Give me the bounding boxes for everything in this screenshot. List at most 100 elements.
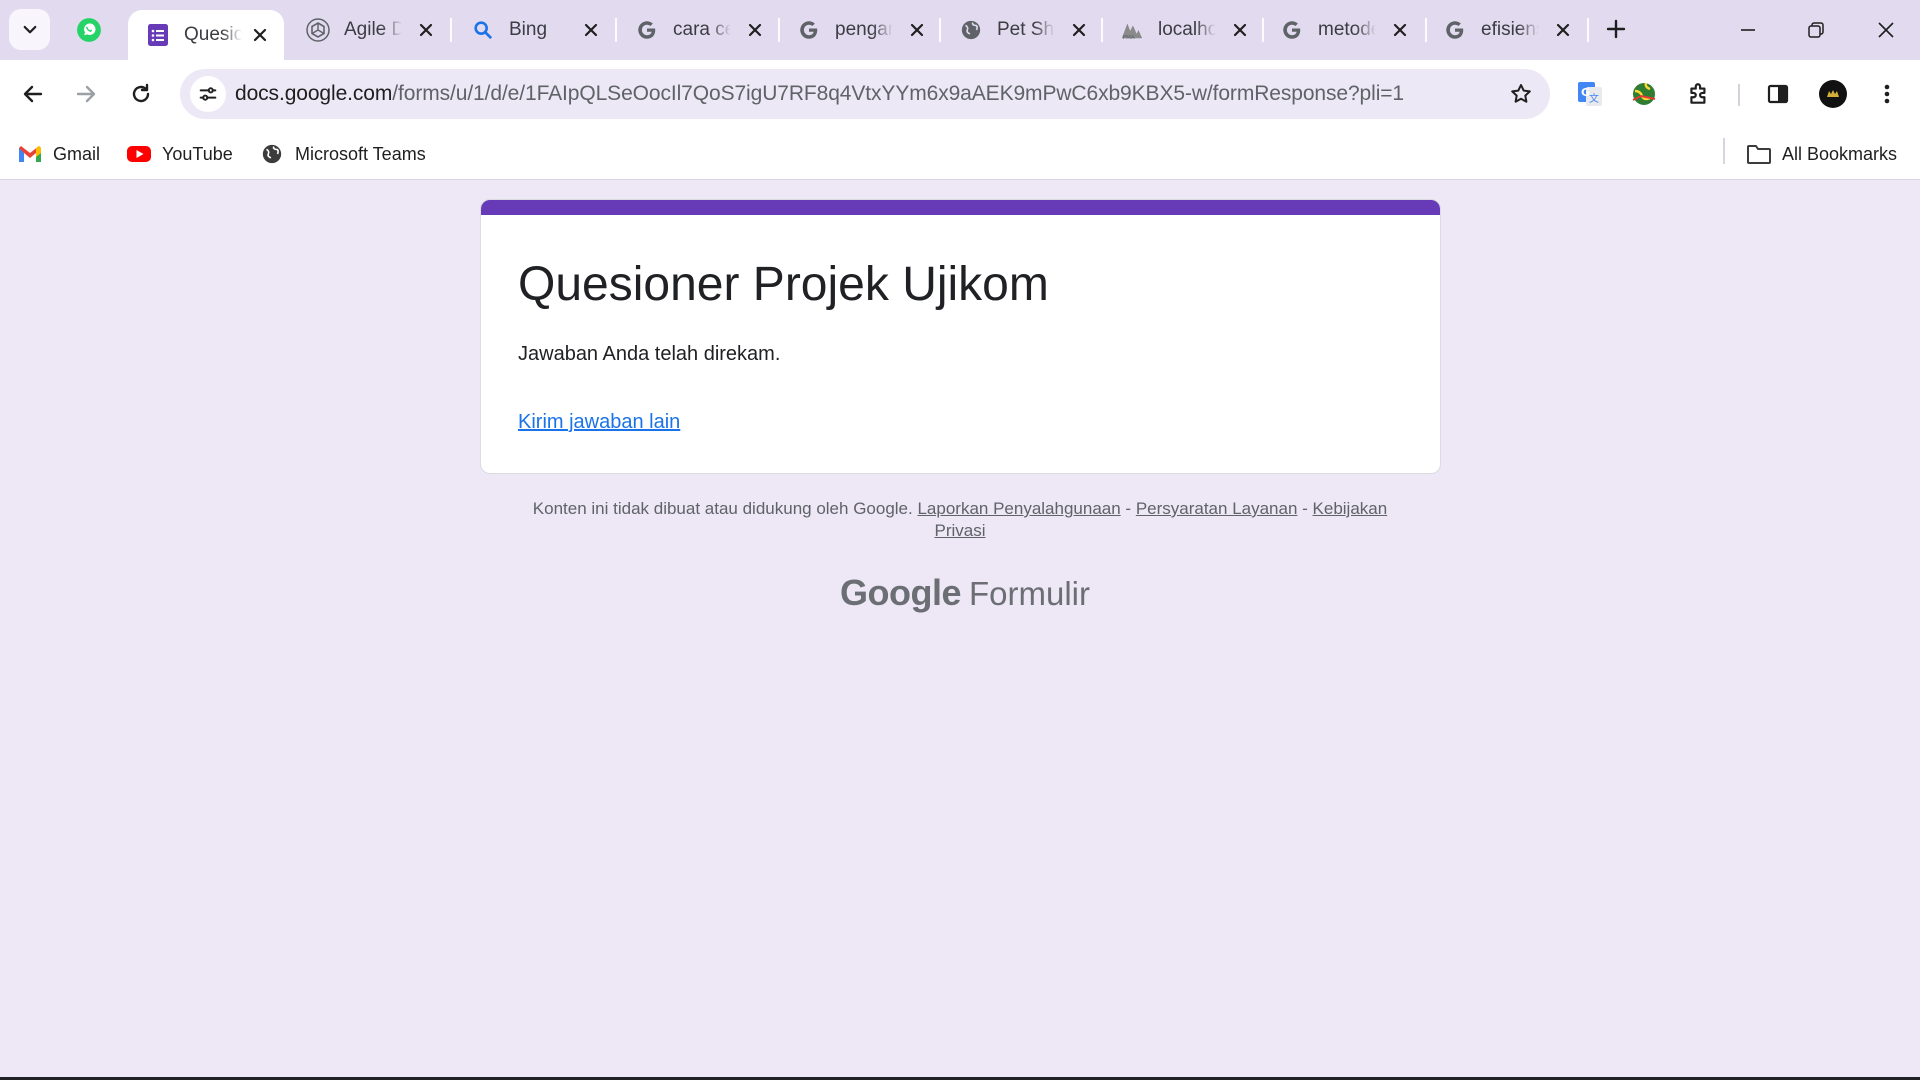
gmail-icon: [17, 142, 43, 166]
side-panel-icon: [1767, 84, 1789, 104]
bookmark-gmail[interactable]: Gmail: [17, 140, 100, 168]
globe-extension-icon: [1632, 82, 1656, 105]
reload-button[interactable]: [122, 75, 160, 113]
tab-title: localhost: [1158, 19, 1216, 40]
tab-title: Quesioner Projek Ujikom: [184, 24, 242, 45]
whatsapp-icon: [77, 18, 101, 42]
google-translate-icon: G文: [1578, 82, 1602, 106]
tune-icon: [199, 87, 217, 101]
footer-disclaimer: Konten ini tidak dibuat atau didukung ol…: [505, 498, 1415, 542]
bookmark-label: YouTube: [162, 143, 233, 164]
menu-button[interactable]: [1868, 75, 1906, 113]
google-forms-icon: [146, 23, 170, 47]
google-forms-logo[interactable]: Google Formulir: [840, 572, 1090, 616]
restore-button[interactable]: [1796, 10, 1836, 50]
google-translate-extension[interactable]: G文: [1571, 75, 1609, 113]
product-name: Formulir: [969, 575, 1090, 612]
browser-toolbar: docs.google.com/forms/u/1/d/e/1FAIpQLSeO…: [0, 60, 1920, 128]
forward-button[interactable]: [67, 75, 105, 113]
tab-title: Bing: [509, 19, 548, 40]
close-tab-icon[interactable]: [907, 20, 927, 40]
tab-title: cara cepat: [673, 19, 731, 40]
tab-metode[interactable]: metode: [1262, 8, 1424, 52]
address-bar[interactable]: docs.google.com/forms/u/1/d/e/1FAIpQLSeO…: [180, 69, 1550, 119]
star-icon: [1511, 84, 1531, 103]
minimize-icon: [1741, 29, 1755, 31]
close-tab-icon[interactable]: [581, 20, 601, 40]
url-path: /forms/u/1/d/e/1FAIpQLSeOocIl7QoS7igU7RF…: [392, 82, 1405, 105]
bookmark-microsoft-teams[interactable]: Microsoft Teams: [259, 140, 426, 168]
close-tab-icon[interactable]: [1230, 20, 1250, 40]
footer-separator: -: [1297, 499, 1313, 518]
chevron-down-icon: [23, 25, 36, 33]
more-vertical-icon: [1884, 84, 1890, 104]
bookmarks-divider: [1723, 138, 1725, 164]
tab-strip: Quesioner Projek Ujikom Agile Developmen…: [0, 0, 1920, 60]
tab-efisiensi[interactable]: efisiensi: [1425, 8, 1587, 52]
close-tab-icon[interactable]: [745, 20, 765, 40]
footer-separator: -: [1120, 499, 1136, 518]
close-tab-icon[interactable]: [1390, 20, 1410, 40]
arrow-back-icon: [23, 85, 43, 103]
phpmyadmin-icon: PMA: [1120, 18, 1144, 42]
tab-bing[interactable]: Bing: [453, 8, 615, 52]
google-icon: [797, 18, 821, 42]
tab-agile[interactable]: Agile Development: [288, 8, 450, 52]
google-icon: [1443, 18, 1467, 42]
tab-title: Agile Development: [344, 19, 402, 40]
tab-quesioner[interactable]: Quesioner Projek Ujikom: [128, 10, 284, 60]
tab-localhost[interactable]: PMA localhost: [1102, 8, 1264, 52]
svg-text:文: 文: [1589, 92, 1599, 105]
restore-icon: [1808, 22, 1824, 38]
youtube-icon: [126, 142, 152, 166]
google-wordmark: Google: [840, 572, 962, 613]
profile-button[interactable]: [1814, 75, 1852, 113]
side-panel-button[interactable]: [1759, 75, 1797, 113]
submit-another-response-link[interactable]: Kirim jawaban lain: [518, 411, 680, 434]
google-icon: [1280, 18, 1304, 42]
reload-icon: [132, 83, 150, 103]
tab-title: metode: [1318, 19, 1376, 40]
folder-icon: [1746, 142, 1772, 166]
tab-pet-shop[interactable]: Pet Shop: [941, 8, 1103, 52]
tab-title: Pet Shop: [997, 19, 1055, 40]
globe-extension[interactable]: [1625, 75, 1663, 113]
url-host: docs.google.com: [235, 82, 393, 105]
bookmark-label: Microsoft Teams: [295, 143, 426, 164]
arrow-forward-icon: [76, 85, 96, 103]
extensions-button[interactable]: [1680, 75, 1718, 113]
bookmark-star-button[interactable]: [1508, 81, 1534, 107]
site-info-button[interactable]: [190, 76, 226, 112]
report-abuse-link[interactable]: Laporkan Penyalahgunaan: [917, 499, 1120, 518]
minimize-button[interactable]: [1728, 10, 1768, 50]
bookmarks-bar: Gmail YouTube Microsoft Teams All Bookma…: [0, 128, 1920, 180]
pinned-tab-whatsapp[interactable]: [66, 10, 112, 50]
tab-title: pengaruh: [835, 19, 893, 40]
bookmark-youtube[interactable]: YouTube: [126, 140, 233, 168]
close-icon: [1878, 22, 1894, 38]
form-title: Quesioner Projek Ujikom: [518, 258, 1049, 311]
disclaimer-text: Konten ini tidak dibuat atau didukung ol…: [532, 499, 913, 518]
close-window-button[interactable]: [1866, 10, 1906, 50]
tab-cara-cepat[interactable]: cara cepat: [617, 8, 779, 52]
terms-of-service-link[interactable]: Persyaratan Layanan: [1136, 499, 1298, 518]
bing-search-icon: [471, 18, 495, 42]
form-accent-bar: [481, 200, 1440, 215]
close-tab-icon[interactable]: [416, 20, 436, 40]
all-bookmarks-button[interactable]: All Bookmarks: [1746, 140, 1897, 168]
form-confirmation-card: Quesioner Projek Ujikom Jawaban Anda tel…: [480, 199, 1441, 474]
all-bookmarks-label: All Bookmarks: [1782, 143, 1898, 164]
plus-icon: [1606, 19, 1626, 39]
close-tab-icon[interactable]: [1553, 20, 1573, 40]
confirmation-message: Jawaban Anda telah direkam.: [518, 343, 781, 365]
back-button[interactable]: [14, 75, 52, 113]
url-text[interactable]: docs.google.com/forms/u/1/d/e/1FAIpQLSeO…: [235, 82, 1404, 106]
puzzle-icon: [1690, 83, 1706, 104]
new-tab-button[interactable]: [1601, 14, 1631, 44]
tab-search-button[interactable]: [9, 9, 50, 50]
globe-icon: [259, 142, 285, 166]
close-tab-icon[interactable]: [250, 25, 270, 45]
tab-pengaruh[interactable]: pengaruh: [779, 8, 941, 52]
google-icon: [635, 18, 659, 42]
close-tab-icon[interactable]: [1069, 20, 1089, 40]
